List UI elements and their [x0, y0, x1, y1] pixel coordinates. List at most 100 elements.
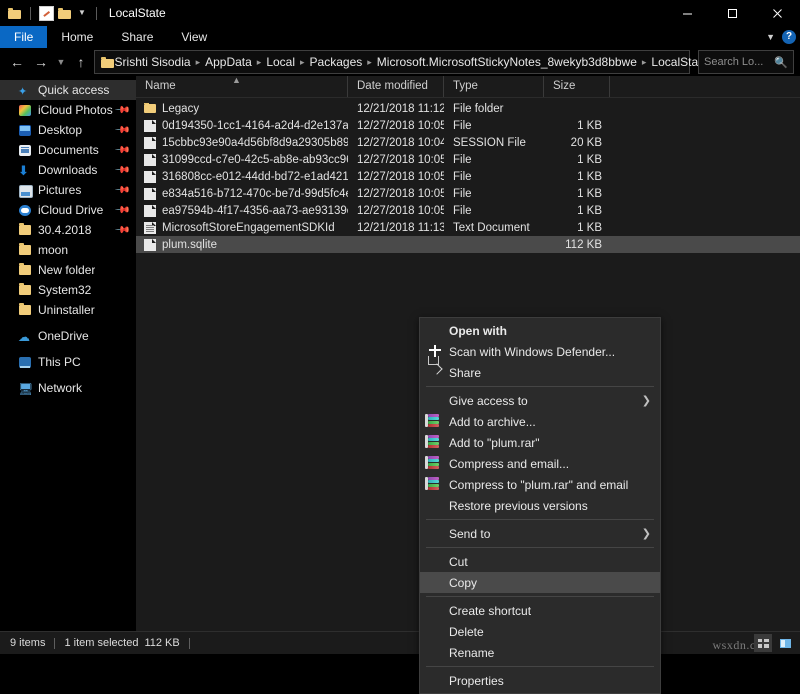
menu-item-cut[interactable]: Cut	[420, 551, 660, 572]
sidebar-item-30-4-2018[interactable]: 30.4.2018 📌	[0, 220, 136, 240]
sidebar-item-icloud-drive[interactable]: iCloud Drive 📌	[0, 200, 136, 220]
sidebar-item-label: 30.4.2018	[38, 223, 92, 237]
table-row[interactable]: e834a516-b712-470c-be7d-99d5fc4e7c16 12/…	[136, 185, 800, 202]
sidebar-item-label: System32	[38, 283, 92, 297]
column-header-date-modified[interactable]: Date modified	[348, 76, 444, 97]
sidebar-item-label: moon	[38, 243, 69, 257]
breadcrumb-item-0[interactable]: Srishti Sisodia	[112, 55, 194, 69]
back-button[interactable]: ←	[6, 51, 28, 73]
column-header-size[interactable]: Size	[544, 76, 610, 97]
tab-share[interactable]: Share	[107, 26, 167, 48]
sidebar-item-moon[interactable]: moon	[0, 240, 136, 260]
table-row[interactable]: 0d194350-1cc1-4164-a2d4-d2e137a0a39f 12/…	[136, 117, 800, 134]
sidebar-item-label: OneDrive	[38, 329, 89, 343]
column-header-name[interactable]: Name	[136, 76, 348, 97]
sidebar-group-onedrive: ☁ OneDrive	[0, 326, 136, 346]
menu-item-give-access-to[interactable]: Give access to ❯	[420, 390, 660, 411]
chevron-down-icon[interactable]: ▼	[766, 32, 775, 42]
file-type: SESSION File	[453, 136, 526, 149]
menu-item-restore-previous-versions[interactable]: Restore previous versions	[420, 495, 660, 516]
menu-icon-placeholder	[428, 498, 444, 514]
tab-view[interactable]: View	[167, 26, 221, 48]
sidebar-item-quick-access[interactable]: ✦ Quick access	[0, 80, 136, 100]
toolbar-divider-2	[95, 6, 97, 20]
sidebar-item-new-folder[interactable]: New folder	[0, 260, 136, 280]
breadcrumb-separator: ▸	[195, 56, 201, 67]
breadcrumb[interactable]: ▸ Srishti Sisodia ▸ AppData ▸ Local ▸ Pa…	[94, 50, 737, 74]
sidebar-item-onedrive[interactable]: ☁ OneDrive	[0, 326, 136, 346]
menu-item-rename[interactable]: Rename	[420, 642, 660, 663]
menu-item-compress-and-email[interactable]: Compress and email...	[420, 453, 660, 474]
sidebar-item-this-pc[interactable]: This PC	[0, 352, 136, 372]
table-row[interactable]: Legacy 12/21/2018 11:12 ... File folder	[136, 100, 800, 117]
menu-separator	[426, 547, 654, 548]
menu-item-scan-with-windows-defender[interactable]: Scan with Windows Defender...	[420, 341, 660, 362]
breadcrumb-item-1[interactable]: AppData	[202, 55, 255, 69]
minimize-button[interactable]	[665, 0, 710, 26]
menu-item-delete[interactable]: Delete	[420, 621, 660, 642]
sidebar-item-desktop[interactable]: Desktop 📌	[0, 120, 136, 140]
details-view-icon[interactable]	[754, 634, 772, 652]
maximize-button[interactable]	[710, 0, 755, 26]
menu-item-compress-to-plum-rar-and-email[interactable]: Compress to "plum.rar" and email	[420, 474, 660, 495]
sidebar-item-downloads[interactable]: ⬇ Downloads 📌	[0, 160, 136, 180]
menu-separator	[426, 386, 654, 387]
pin-icon[interactable]: 📌	[113, 162, 130, 179]
tab-file[interactable]: File	[0, 26, 48, 48]
folder-icon[interactable]	[8, 7, 22, 19]
tiles-view-icon[interactable]	[776, 634, 794, 652]
sidebar-item-label: Downloads	[38, 163, 98, 177]
forward-button[interactable]: →	[30, 51, 52, 73]
pin-icon[interactable]: 📌	[113, 202, 130, 219]
sidebar-item-pictures[interactable]: Pictures 📌	[0, 180, 136, 200]
toolbar-divider	[30, 6, 31, 20]
sidebar-item-system32[interactable]: System32	[0, 280, 136, 300]
close-button[interactable]	[755, 0, 800, 26]
sidebar-item-label: Pictures	[38, 183, 82, 197]
table-row[interactable]: MicrosoftStoreEngagementSDKId 12/21/2018…	[136, 219, 800, 236]
file-name-cell: ea97594b-4f17-4356-aa73-ae93139cb43d	[136, 204, 348, 217]
search-input[interactable]: Search Lo...	[704, 56, 763, 68]
table-row-selected[interactable]: plum.sqlite 112 KB	[136, 236, 800, 253]
column-header-type[interactable]: Type	[444, 76, 544, 97]
selection-size: 112 KB	[144, 637, 180, 649]
search-box[interactable]: Search Lo... 🔍	[698, 50, 794, 74]
sidebar-item-uninstaller[interactable]: Uninstaller	[0, 300, 136, 320]
new-folder-icon[interactable]	[58, 7, 72, 19]
menu-item-share[interactable]: Share	[420, 362, 660, 383]
icloud-drive-icon	[18, 204, 32, 217]
tab-home[interactable]: Home	[47, 26, 107, 48]
sidebar-item-icloud-photos[interactable]: iCloud Photos 📌	[0, 100, 136, 120]
breadcrumb-separator: ▸	[256, 56, 262, 67]
menu-item-open-with[interactable]: Open with	[420, 320, 660, 341]
window-title: LocalState	[108, 6, 166, 20]
table-row[interactable]: ea97594b-4f17-4356-aa73-ae93139cb43d 12/…	[136, 202, 800, 219]
sidebar-item-documents[interactable]: Documents 📌	[0, 140, 136, 160]
menu-item-add-to-archive[interactable]: Add to archive...	[420, 411, 660, 432]
table-row[interactable]: 15cbbc93e90a4d56bf8d9a29305b8981.sto... …	[136, 134, 800, 151]
recent-locations-button[interactable]: ▼	[54, 51, 68, 73]
menu-item-add-to-plum-rar[interactable]: Add to "plum.rar"	[420, 432, 660, 453]
customize-chevron-icon[interactable]: ▼	[76, 9, 88, 17]
menu-item-properties[interactable]: Properties	[420, 670, 660, 691]
menu-item-copy[interactable]: Copy	[420, 572, 660, 593]
file-name-cell: MicrosoftStoreEngagementSDKId	[136, 221, 348, 234]
help-icon[interactable]: ?	[782, 30, 796, 44]
menu-item-label: Properties	[449, 673, 504, 688]
properties-icon[interactable]	[39, 5, 54, 21]
table-row[interactable]: 31099ccd-c7e0-42c5-ab8e-ab93cc967527 12/…	[136, 151, 800, 168]
breadcrumb-item-3[interactable]: Packages	[307, 55, 366, 69]
menu-item-create-shortcut[interactable]: Create shortcut	[420, 600, 660, 621]
pin-icon[interactable]: 📌	[113, 222, 130, 239]
pin-icon[interactable]: 📌	[113, 182, 130, 199]
breadcrumb-item-4[interactable]: Microsoft.MicrosoftStickyNotes_8wekyb3d8…	[374, 55, 640, 69]
pin-icon[interactable]: 📌	[113, 142, 130, 159]
pin-icon[interactable]: 📌	[113, 102, 130, 119]
up-button[interactable]: ↑	[70, 51, 92, 73]
breadcrumb-item-2[interactable]: Local	[263, 55, 298, 69]
table-row[interactable]: 316808cc-e012-44dd-bd72-e1ad421fb827 12/…	[136, 168, 800, 185]
sidebar-item-network[interactable]: 🖥 Network	[0, 378, 136, 398]
file-size: 1 KB	[577, 119, 602, 132]
pin-icon[interactable]: 📌	[113, 122, 130, 139]
menu-item-send-to[interactable]: Send to ❯	[420, 523, 660, 544]
